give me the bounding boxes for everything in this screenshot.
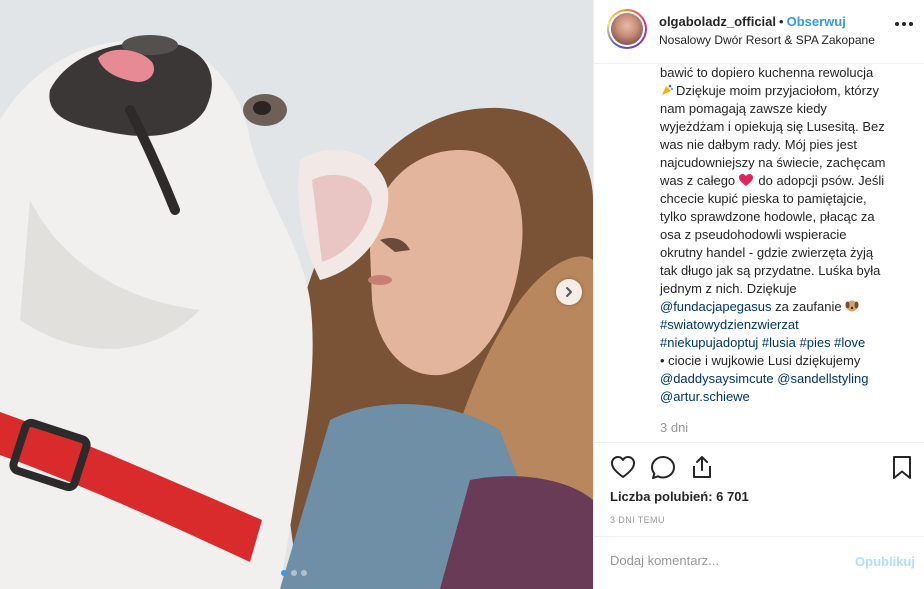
post-date: 3 DNI TEMU [610, 515, 665, 525]
carousel-dot-3 [301, 570, 307, 576]
carousel-indicator [281, 570, 307, 576]
caption-line: osa z pseudohodowli wspieracie [660, 227, 847, 242]
post-side-panel: olgaboladz_official • Obserwuj Nosalowy Dw… [593, 0, 924, 589]
mention-link[interactable]: @fundacjapegasus [660, 299, 772, 314]
caption-line: was nie dałbym rady. Mój pies jest [660, 137, 858, 152]
share-icon[interactable] [690, 454, 714, 480]
caption-line: chcecie kupić pieska to pamiętajcie, [660, 191, 867, 206]
caption-line: tylko sprawdzone hodowle, płacąc za [660, 209, 875, 224]
caption-line: was z całego do adopcji psów. Jeśli [660, 173, 885, 188]
hashtag-links[interactable]: #niekupujadoptuj #lusia #pies #love [660, 334, 908, 352]
location-link[interactable]: Nosalowy Dwór Resort & SPA Zakopane [659, 33, 875, 47]
mention-links[interactable]: @daddysaysimcute @sandellstyling [660, 370, 908, 388]
next-arrow-icon [566, 287, 572, 297]
caption-line: okrutny handel - gdzie zwierzęta żyją [660, 245, 874, 260]
caption-line: Dziękuje moim przyjaciołom, którzy [660, 82, 908, 100]
follow-button[interactable]: Obserwuj [787, 14, 846, 29]
user-line: olgaboladz_official • Obserwuj [659, 14, 846, 29]
caption-line: wyjeżdżam i opiekują się Lusesitą. Bez [660, 119, 885, 134]
post-photo[interactable] [0, 0, 593, 589]
likes-count[interactable]: Liczba polubień: 6 701 [610, 489, 749, 504]
carousel-next-button[interactable] [556, 279, 582, 305]
post-image [0, 0, 593, 589]
dog-face-emoji-icon [845, 300, 859, 312]
carousel-dot-1 [281, 570, 287, 576]
caption-line: • ciocie i wujkowie Lusi dziękujemy [660, 353, 861, 368]
bookmark-icon[interactable] [891, 455, 913, 481]
username-link[interactable]: olgaboladz_official [659, 14, 776, 29]
caption-time-ago: 3 dni [660, 420, 689, 435]
caption-line: bawić to dopiero kuchenna rewolucja [660, 65, 874, 80]
post-actions: Liczba polubień: 6 701 3 DNI TEMU [594, 442, 924, 547]
caption-area: bawić to dopiero kuchenna rewolucja Dzię… [594, 64, 924, 442]
caption-line: jednym z nich. Dziękuje [660, 281, 797, 296]
red-heart-emoji-icon [738, 174, 753, 186]
hashtag-link[interactable]: #swiatowydzienzwierzat [660, 316, 908, 334]
more-options-icon[interactable] [895, 22, 913, 26]
caption-line: najcudowniejszy na świecie, zachęcam [660, 155, 886, 170]
comment-icon[interactable] [650, 455, 676, 481]
caption-line: tak długo jak są przydatne. Luśka była [660, 263, 881, 278]
mention-link[interactable]: @artur.schiewe [660, 388, 908, 406]
caption-text: bawić to dopiero kuchenna rewolucja Dzię… [660, 64, 908, 406]
carousel-dot-2 [291, 570, 297, 576]
caption-line: nam pomagają zawsze kiedy [660, 101, 827, 116]
separator-dot: • [779, 14, 784, 29]
publish-button[interactable]: Opublikuj [855, 554, 915, 569]
comment-input[interactable] [610, 553, 830, 568]
post-header: olgaboladz_official • Obserwuj Nosalowy Dw… [594, 0, 924, 64]
avatar[interactable] [607, 9, 647, 49]
like-heart-icon[interactable] [610, 455, 636, 479]
celebration-emoji-icon [662, 84, 673, 95]
comment-bar: Opublikuj [594, 536, 924, 589]
caption-line: @fundacjapegasus za zaufanie [660, 298, 908, 316]
